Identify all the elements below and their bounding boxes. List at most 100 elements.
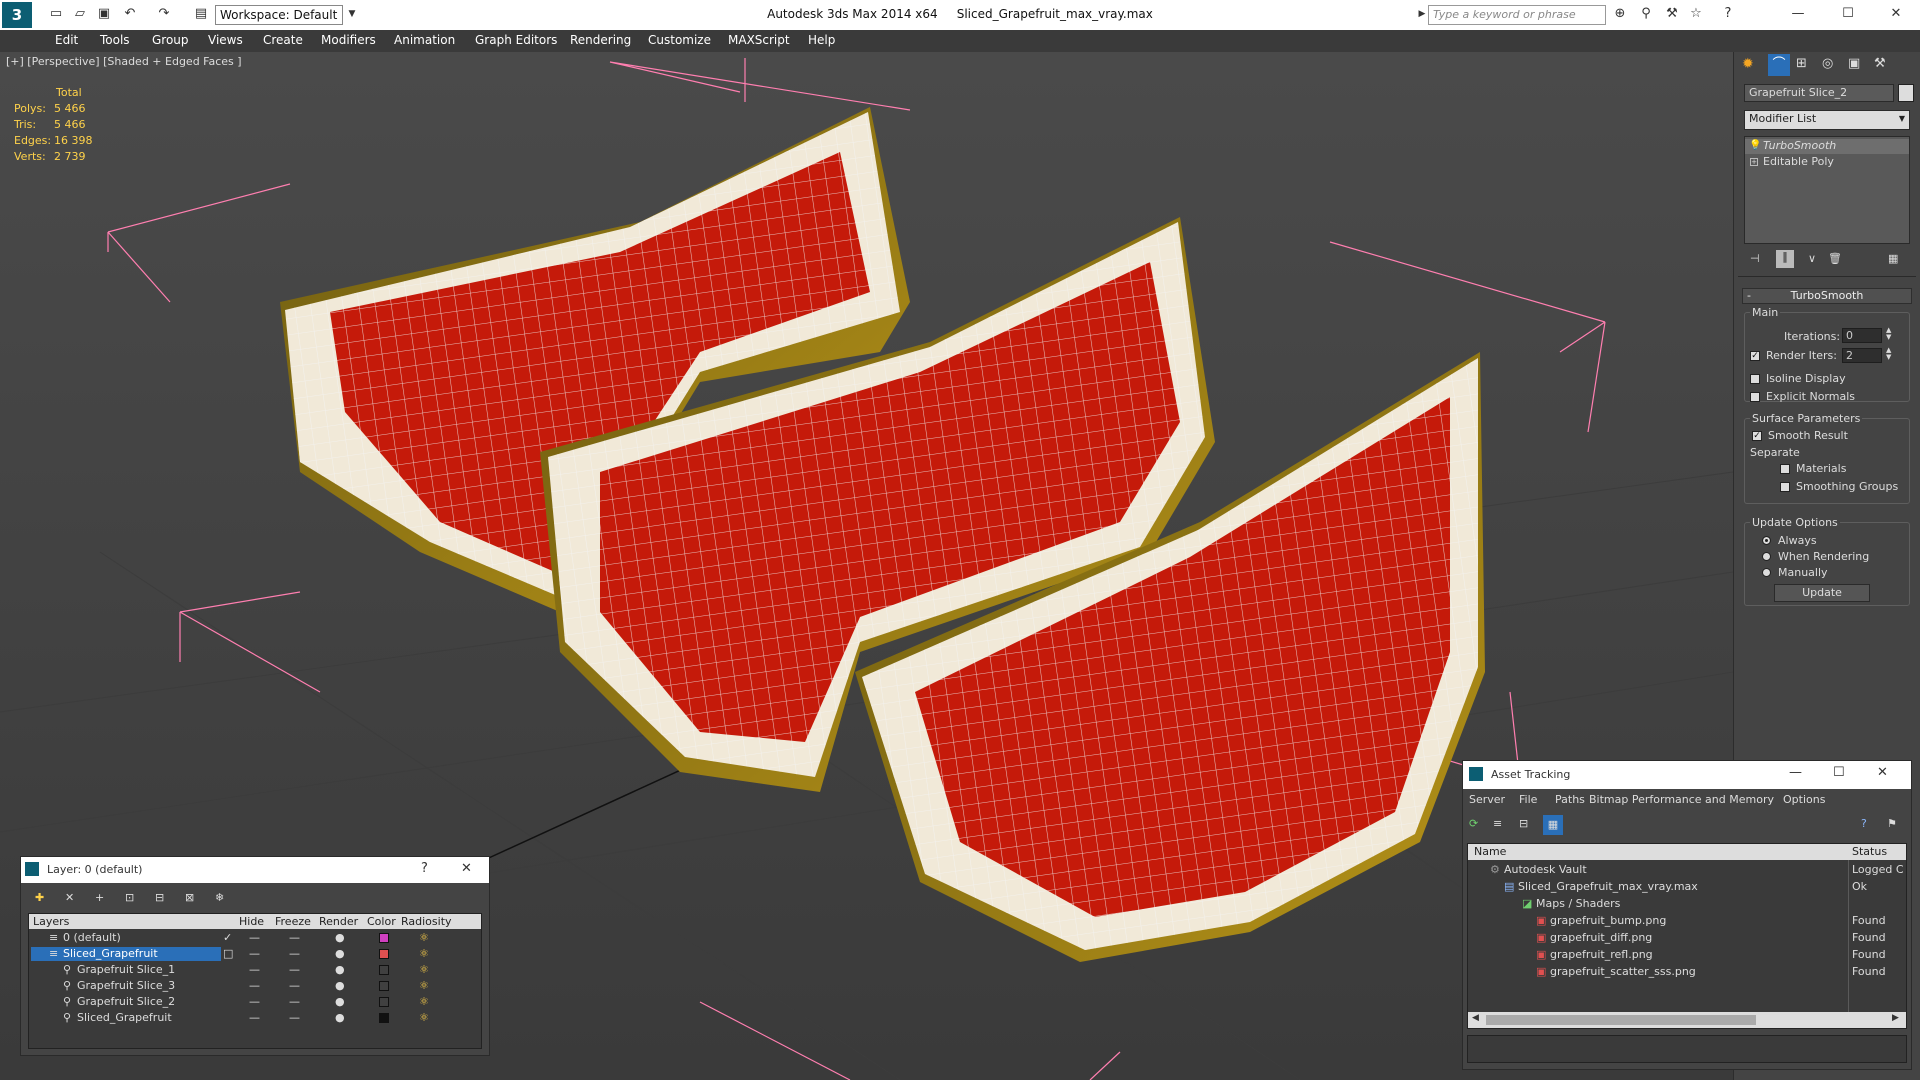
close-icon[interactable]: ✕ (1877, 765, 1888, 780)
lightbulb-icon[interactable]: 💡 (1749, 140, 1761, 151)
create-tab-icon[interactable]: ✹ (1742, 56, 1754, 72)
isoline-display-checkbox[interactable] (1750, 374, 1760, 384)
horizontal-scrollbar[interactable]: ◀ ▶ (1468, 1012, 1906, 1028)
render-iters-spinner[interactable]: 2 (1842, 348, 1882, 363)
smoothing-groups-checkbox[interactable] (1780, 482, 1790, 492)
menu-rendering[interactable]: Rendering (570, 33, 631, 47)
chevron-right-icon[interactable]: ▶ (1892, 1013, 1899, 1023)
modifier-list-select[interactable]: Modifier List ▼ (1744, 110, 1910, 130)
stack-item-turbosmooth[interactable]: TurboSmooth (1745, 139, 1909, 154)
menu-maxscript[interactable]: MAXScript (728, 33, 790, 47)
modify-tab-icon[interactable]: ⌒ (1768, 54, 1790, 76)
refresh-icon[interactable]: ⟳ (1469, 817, 1478, 830)
asset-path-field[interactable] (1467, 1035, 1907, 1063)
utilities-tab-icon[interactable]: ⚒ (1874, 56, 1886, 71)
explicit-normals-checkbox[interactable] (1750, 392, 1760, 402)
layer-row[interactable]: ⚲ Grapefruit Slice_3 — — ● ⚛ (29, 978, 481, 994)
maximize-icon[interactable]: ☐ (1833, 765, 1845, 780)
motion-tab-icon[interactable]: ◎ (1822, 56, 1833, 71)
highlight-layer-icon[interactable]: ⊟ (155, 891, 164, 904)
spinner-arrows-icon[interactable]: ▲ ▼ (1886, 347, 1891, 361)
help-icon[interactable]: ? (1720, 6, 1736, 22)
asset-row[interactable]: ▣ grapefruit_scatter_sss.png Found (1468, 964, 1906, 980)
always-radio[interactable] (1762, 536, 1771, 545)
menu-server[interactable]: Server (1469, 793, 1505, 806)
stack-item-editable-poly[interactable]: Editable Poly (1745, 155, 1909, 170)
favorites-star-icon[interactable]: ☆ (1688, 6, 1704, 22)
scrollbar-thumb[interactable] (1486, 1015, 1756, 1025)
spinner-arrows-icon[interactable]: ▲ ▼ (1886, 327, 1891, 341)
show-end-result-icon[interactable]: ‖ (1776, 250, 1794, 268)
layer-row[interactable]: ⚲ Grapefruit Slice_1 — — ● ⚛ (29, 962, 481, 978)
close-icon[interactable]: ✕ (461, 861, 472, 876)
object-color-swatch[interactable] (1898, 84, 1914, 102)
create-layer-icon[interactable]: ✚ (35, 891, 44, 904)
layer-row[interactable]: ≡ Sliced_Grapefruit □ — — ● ⚛ (29, 946, 481, 962)
update-button[interactable]: Update (1774, 584, 1870, 602)
delete-layer-icon[interactable]: ✕ (65, 891, 74, 904)
menu-customize[interactable]: Customize (648, 33, 711, 47)
when-rendering-radio[interactable] (1762, 552, 1771, 561)
select-objects-icon[interactable]: ⊡ (125, 891, 134, 904)
search-input[interactable]: Type a keyword or phrase (1428, 5, 1606, 25)
chevron-left-icon[interactable]: ◀ (1472, 1013, 1479, 1023)
asset-row[interactable]: ▣ grapefruit_diff.png Found (1468, 930, 1906, 946)
tree-view-icon[interactable]: ⊟ (1519, 817, 1528, 830)
menu-options[interactable]: Options (1783, 793, 1825, 806)
menu-tools[interactable]: Tools (100, 33, 130, 47)
add-to-layer-icon[interactable]: + (95, 891, 104, 904)
asset-row[interactable]: ▣ grapefruit_bump.png Found (1468, 913, 1906, 929)
asset-row[interactable]: ⚙ Autodesk Vault Logged C (1468, 862, 1906, 878)
make-unique-icon[interactable]: ∨ (1808, 252, 1816, 265)
menu-group[interactable]: Group (152, 33, 189, 47)
materials-checkbox[interactable] (1780, 464, 1790, 474)
table-view-icon[interactable]: ▦ (1543, 815, 1563, 835)
asset-row[interactable]: ◪ Maps / Shaders (1468, 896, 1906, 912)
menu-bitmap-performance[interactable]: Bitmap Performance and Memory (1589, 793, 1774, 806)
object-name-field[interactable]: Grapefruit Slice_2 (1744, 84, 1894, 102)
smooth-result-label: Smooth Result (1768, 429, 1848, 442)
viewport-label[interactable]: [+] [Perspective] [Shaded + Edged Faces … (6, 55, 242, 68)
asset-row[interactable]: ▤ Sliced_Grapefruit_max_vray.max Ok (1468, 879, 1906, 895)
layer-color-swatch (379, 997, 389, 1007)
pin-stack-icon[interactable]: ⊣ (1750, 252, 1760, 265)
help-icon[interactable]: ? (1861, 817, 1867, 830)
asset-row[interactable]: ▣ grapefruit_refl.png Found (1468, 947, 1906, 963)
menu-views[interactable]: Views (208, 33, 243, 47)
display-tab-icon[interactable]: ▣ (1848, 56, 1860, 71)
app-logo-icon (1469, 767, 1483, 781)
menu-help[interactable]: Help (808, 33, 835, 47)
turbosmooth-rollout-header[interactable]: - TurboSmooth (1742, 288, 1912, 304)
menu-create[interactable]: Create (263, 33, 303, 47)
hide-all-icon[interactable]: ⊠ (185, 891, 194, 904)
exchange-icon[interactable]: ⚒ (1664, 6, 1680, 22)
smooth-result-checkbox[interactable]: ✓ (1752, 431, 1762, 441)
minimize-icon[interactable]: — (1789, 765, 1802, 780)
maximize-icon[interactable]: ☐ (1840, 6, 1856, 22)
list-view-icon[interactable]: ≡ (1493, 817, 1502, 830)
remove-modifier-icon[interactable]: 🗑 (1828, 252, 1842, 265)
minimize-icon[interactable]: — (1790, 6, 1806, 22)
configure-sets-icon[interactable]: ▦ (1888, 252, 1898, 265)
pin-icon[interactable]: ⚑ (1887, 817, 1897, 830)
menu-animation[interactable]: Animation (394, 33, 455, 47)
menu-modifiers[interactable]: Modifiers (321, 33, 376, 47)
help-icon[interactable]: ? (421, 861, 428, 876)
render-iters-checkbox[interactable]: ✓ (1750, 351, 1760, 361)
manually-radio[interactable] (1762, 568, 1771, 577)
expand-plus-icon[interactable]: + (1750, 158, 1758, 166)
layer-row[interactable]: ⚲ Sliced_Grapefruit — — ● ⚛ (29, 1010, 481, 1026)
layer-row[interactable]: ≡ 0 (default) ✓ — — ● ⚛ (29, 930, 481, 946)
menu-file[interactable]: File (1519, 793, 1537, 806)
always-label: Always (1778, 534, 1817, 547)
layer-row[interactable]: ⚲ Grapefruit Slice_2 — — ● ⚛ (29, 994, 481, 1010)
freeze-all-icon[interactable]: ❄ (215, 891, 224, 904)
hierarchy-tab-icon[interactable]: ⊞ (1796, 56, 1807, 71)
menu-edit[interactable]: Edit (55, 33, 78, 47)
iterations-spinner[interactable]: 0 (1842, 328, 1882, 343)
binoculars-icon[interactable]: ⊕ (1612, 6, 1628, 22)
close-icon[interactable]: ✕ (1888, 6, 1904, 22)
menu-paths[interactable]: Paths (1555, 793, 1585, 806)
communication-icon[interactable]: ⚲ (1638, 6, 1654, 22)
menu-graph-editors[interactable]: Graph Editors (475, 33, 557, 47)
